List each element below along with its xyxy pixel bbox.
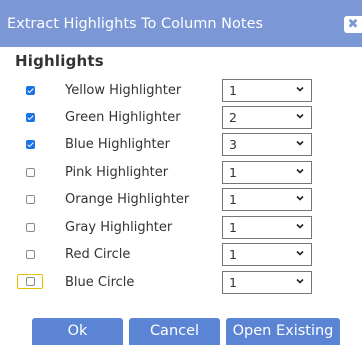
row-label: Blue Highlighter <box>65 137 170 152</box>
chevron-down-icon <box>296 223 304 229</box>
dialog-title: Extract Highlights To Column Notes <box>7 16 264 32</box>
highlight-row-pink: Pink Highlighter 1 <box>0 161 362 185</box>
close-icon: ✖ <box>347 17 359 32</box>
chevron-down-icon <box>296 168 304 174</box>
select-value: 1 <box>229 192 237 207</box>
highlight-row-red-circle: Red Circle 1 <box>0 243 362 267</box>
column-select-green-highlighter[interactable]: 2 <box>222 106 312 129</box>
chevron-down-icon <box>296 250 304 256</box>
chevron-down-icon <box>296 86 304 92</box>
open-existing-button[interactable]: Open Existing <box>226 318 340 345</box>
select-value: 1 <box>229 165 237 180</box>
row-label: Yellow Highlighter <box>65 83 182 98</box>
cancel-button[interactable]: Cancel <box>129 318 220 345</box>
select-value: 1 <box>229 220 237 235</box>
highlight-row-gray: Gray Highlighter 1 <box>0 216 362 240</box>
chevron-down-icon <box>296 278 304 284</box>
highlight-row-green: Green Highlighter 2 <box>0 106 362 130</box>
column-select-yellow-highlighter[interactable]: 1 <box>222 79 312 102</box>
highlight-row-blue: Blue Highlighter 3 <box>0 133 362 157</box>
row-label: Pink Highlighter <box>65 165 169 180</box>
select-value: 1 <box>229 83 237 98</box>
focus-outline <box>17 274 43 289</box>
extract-highlights-dialog: Extract Highlights To Column Notes ✖ Hig… <box>0 0 362 345</box>
row-label: Red Circle <box>65 247 131 262</box>
row-label: Gray Highlighter <box>65 220 173 235</box>
column-select-blue-highlighter[interactable]: 3 <box>222 133 312 156</box>
ok-button[interactable]: Ok <box>32 318 123 345</box>
chevron-down-icon <box>296 140 304 146</box>
row-label: Orange Highlighter <box>65 192 190 207</box>
column-select-pink-highlighter[interactable]: 1 <box>222 161 312 184</box>
checkbox-blue-circle[interactable] <box>26 277 35 286</box>
checkbox-blue-highlighter[interactable] <box>26 140 35 149</box>
checkbox-orange-highlighter[interactable] <box>26 195 35 204</box>
highlight-row-blue-circle: Blue Circle 1 <box>0 271 362 295</box>
column-select-orange-highlighter[interactable]: 1 <box>222 188 312 211</box>
checkbox-red-circle[interactable] <box>26 250 35 259</box>
column-select-blue-circle[interactable]: 1 <box>222 271 312 294</box>
highlight-row-yellow: Yellow Highlighter 1 <box>0 79 362 103</box>
column-select-gray-highlighter[interactable]: 1 <box>222 216 312 239</box>
row-label: Green Highlighter <box>65 110 181 125</box>
dialog-titlebar: Extract Highlights To Column Notes ✖ <box>0 0 362 47</box>
highlight-row-orange: Orange Highlighter 1 <box>0 188 362 212</box>
checkbox-green-highlighter[interactable] <box>26 113 35 122</box>
close-button[interactable]: ✖ <box>344 16 362 33</box>
select-value: 1 <box>229 275 237 290</box>
select-value: 1 <box>229 247 237 262</box>
select-value: 3 <box>229 137 237 152</box>
checkbox-pink-highlighter[interactable] <box>26 168 35 177</box>
highlights-section-title: Highlights <box>15 52 104 70</box>
checkbox-gray-highlighter[interactable] <box>26 223 35 232</box>
chevron-down-icon <box>296 113 304 119</box>
select-value: 2 <box>229 110 237 125</box>
row-label: Blue Circle <box>65 275 135 290</box>
checkbox-yellow-highlighter[interactable] <box>26 86 35 95</box>
chevron-down-icon <box>296 195 304 201</box>
column-select-red-circle[interactable]: 1 <box>222 243 312 266</box>
